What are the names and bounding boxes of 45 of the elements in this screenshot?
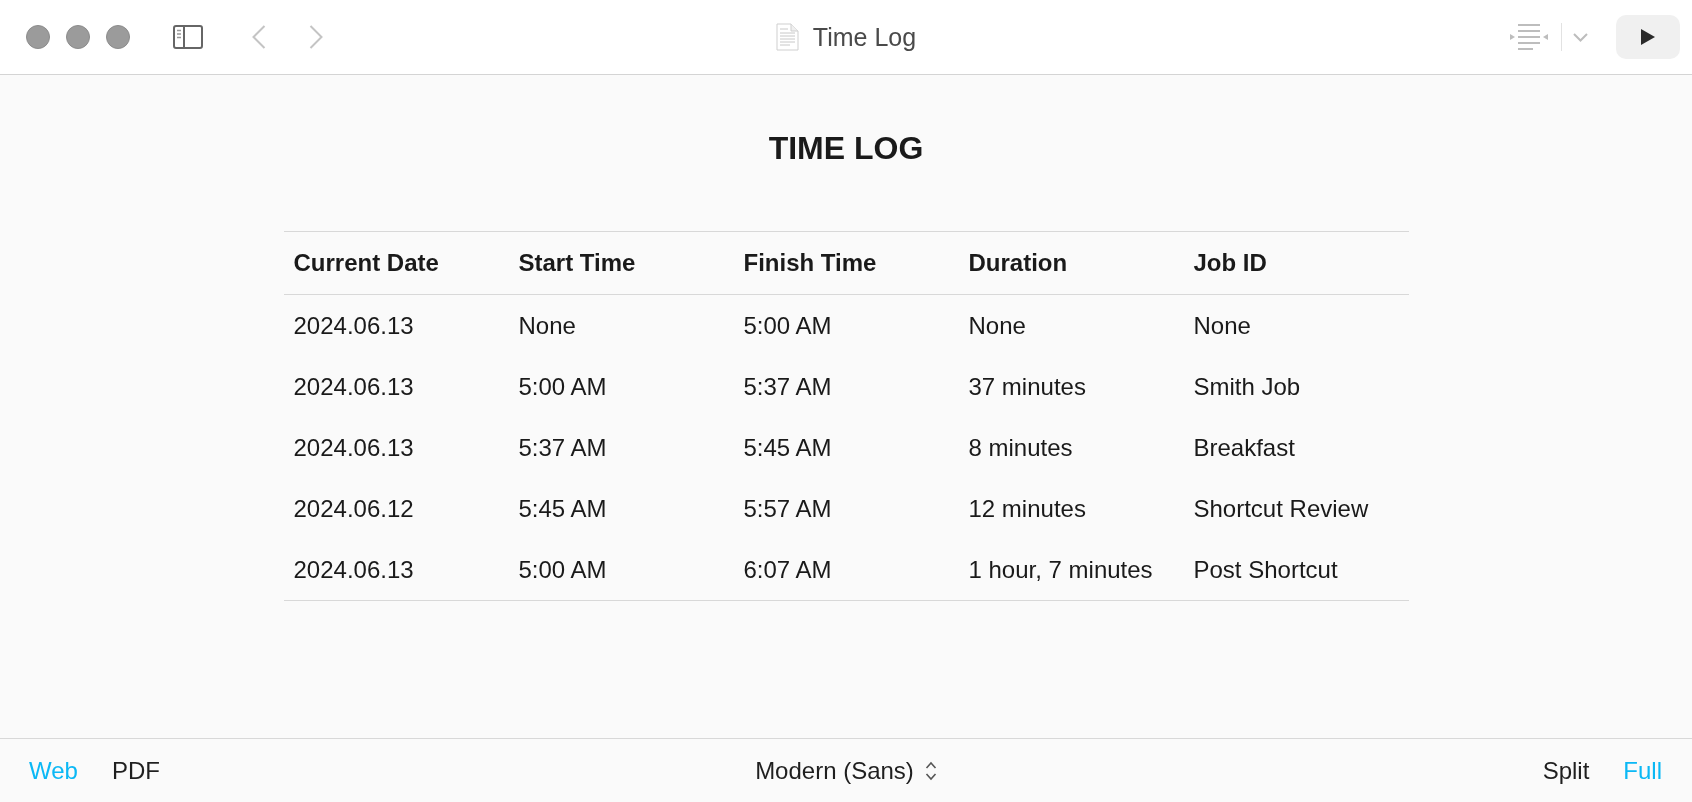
- duration-text: 12 minutes: [968, 494, 1086, 522]
- job-name-text: Breakfast: [1193, 433, 1295, 461]
- column-header: Finish Time: [743, 249, 877, 276]
- duration-text: 1 hour, 7 minutes: [968, 555, 1153, 583]
- duration-text: 8 minutes: [968, 433, 1073, 461]
- document-icon: [775, 23, 799, 51]
- column-header: Current Date: [293, 249, 439, 276]
- time-text: 6:07 AM: [743, 555, 832, 583]
- date-text: 2024.06.13: [293, 372, 414, 400]
- time-text: 5:57 AM: [743, 494, 832, 522]
- column-header: Duration: [968, 249, 1068, 276]
- time-text: 5:37 AM: [518, 433, 607, 461]
- time-text: 5:00 AM: [518, 372, 607, 400]
- job-name-text: Smith Job: [1193, 372, 1301, 400]
- view-tab[interactable]: Split: [1542, 756, 1590, 785]
- updown-chevron-icon: [924, 760, 937, 781]
- play-button[interactable]: [1616, 15, 1680, 59]
- date-text: 2024.06.13: [293, 555, 414, 583]
- chevron-down-icon[interactable]: [1573, 32, 1588, 42]
- job-name-text: Shortcut Review: [1193, 494, 1369, 522]
- job-name-text: None: [1193, 311, 1251, 339]
- date-text: 2024.06.12: [293, 494, 414, 522]
- duration-text: 37 minutes: [968, 372, 1086, 400]
- duration-text: None: [968, 311, 1026, 339]
- time-text: 5:37 AM: [743, 372, 832, 400]
- sidebar-icon[interactable]: [173, 25, 203, 49]
- time-text: None: [518, 311, 576, 339]
- text-lines-icon[interactable]: [1509, 24, 1549, 50]
- date-text: 2024.06.13: [293, 311, 414, 339]
- close-button[interactable]: [26, 25, 50, 49]
- view-tab[interactable]: PDF: [111, 756, 160, 785]
- style-picker[interactable]: Modern (Sans): [755, 756, 937, 785]
- time-text: 5:00 AM: [743, 311, 832, 339]
- time-text: 5:45 AM: [743, 433, 832, 461]
- time-text: 5:00 AM: [518, 555, 607, 583]
- play-icon: [1641, 29, 1655, 45]
- window-title: Time Log: [812, 22, 917, 52]
- job-name-text: Post Shortcut: [1193, 555, 1338, 583]
- document-heading: TIME LOG: [768, 130, 924, 166]
- date-text: 2024.06.13: [293, 433, 414, 461]
- column-header: Start Time: [518, 249, 636, 276]
- time-text: 5:45 AM: [518, 494, 607, 522]
- column-header: Job ID: [1193, 249, 1267, 276]
- minimize-button[interactable]: [66, 25, 90, 49]
- zoom-button[interactable]: [106, 25, 130, 49]
